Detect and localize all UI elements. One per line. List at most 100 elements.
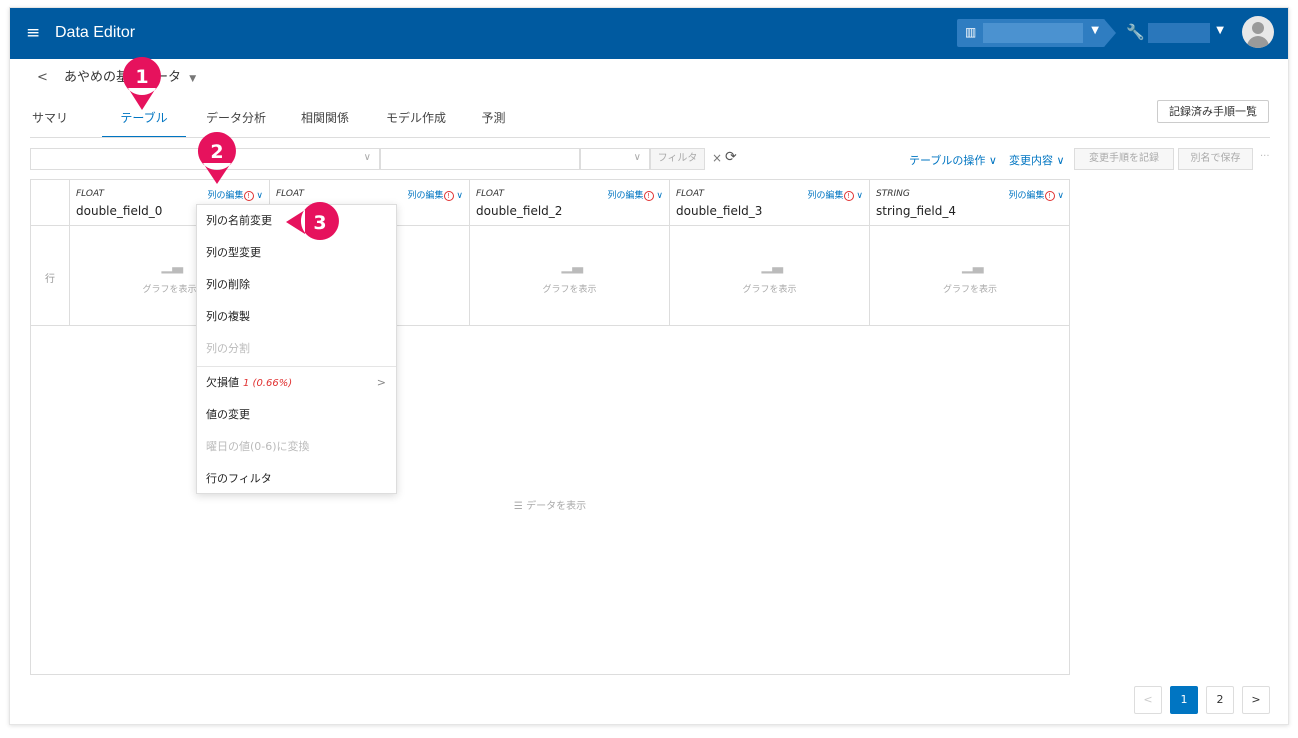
- tab-data-analysis[interactable]: データ分析: [205, 106, 267, 138]
- menu-item-row-filter[interactable]: 行のフィルタ: [197, 463, 396, 495]
- column-name: double_field_2: [476, 204, 563, 218]
- filter-operator-select[interactable]: ∨: [580, 148, 650, 170]
- warning-icon: !: [843, 191, 854, 201]
- menu-item-change-type[interactable]: 列の型変更: [197, 237, 396, 269]
- filter-button[interactable]: フィルタ: [650, 148, 705, 170]
- tab-summary[interactable]: サマリ: [30, 106, 70, 138]
- column-edit-label: 列の編集: [207, 191, 244, 201]
- column-name: string_field_4: [876, 204, 956, 218]
- column-edit-menu[interactable]: 列の編集! ∨: [408, 188, 463, 201]
- menu-item-duplicate-column[interactable]: 列の複製: [197, 301, 396, 333]
- table-operations-menu[interactable]: テーブルの操作 ∨: [909, 152, 997, 168]
- chevron-left-icon[interactable]: <: [37, 70, 48, 85]
- changes-menu[interactable]: 変更内容 ∨: [1009, 152, 1065, 168]
- bar-chart-icon: ▁▃: [761, 258, 784, 274]
- row-label: 行: [45, 274, 55, 285]
- app-header: ≡ Data Editor ▥ ▼ 🔧 ▼: [10, 8, 1288, 59]
- menu-item-delete-column[interactable]: 列の削除: [197, 269, 396, 301]
- show-data-label: データを表示: [526, 501, 587, 512]
- pagination-page-2[interactable]: 2: [1206, 686, 1234, 714]
- filter-column-select[interactable]: ∨: [30, 148, 380, 170]
- column-graph-cell[interactable]: ▁▃ グラフを表示: [670, 226, 870, 326]
- data-table: 行 FLOAT 列の編集! ∨ double_field_0 ▁▃ グラフを表示…: [30, 179, 1070, 675]
- filter-value-input[interactable]: [380, 148, 580, 170]
- project-value: [1148, 23, 1210, 43]
- bar-chart-icon: ▁▃: [561, 258, 584, 274]
- menu-item-convert-weekday: 曜日の値(0-6)に変換: [206, 440, 310, 453]
- tab-table[interactable]: テーブル: [102, 106, 186, 138]
- menu-item-change-values[interactable]: 値の変更: [197, 399, 396, 431]
- column-graph-cell[interactable]: ▁▃ グラフを表示: [470, 226, 670, 326]
- save-as-button[interactable]: 別名で保存: [1178, 148, 1253, 170]
- column-edit-menu[interactable]: 列の編集! ∨: [808, 188, 863, 201]
- pagination-prev-button[interactable]: <: [1134, 686, 1162, 714]
- bar-chart-icon: ▁▃: [962, 258, 984, 274]
- refresh-icon[interactable]: ⟳: [725, 149, 737, 165]
- chevron-down-icon: ∨: [853, 191, 863, 201]
- column-type: FLOAT: [676, 189, 704, 199]
- warning-icon: !: [643, 191, 654, 201]
- column-edit-dropdown: 列の名前変更 列の型変更 列の削除 列の複製 列の分割 欠損値 1 (0.66%)…: [196, 204, 397, 494]
- row-header-cell: 行: [31, 226, 70, 326]
- organization-value: [983, 23, 1083, 43]
- breadcrumb-arrow: [1104, 19, 1116, 47]
- app-window: ≡ Data Editor ▥ ▼ 🔧 ▼ < あやめの基本データ ▼ サマリ …: [9, 7, 1289, 725]
- project-select[interactable]: 🔧 ▼: [1118, 19, 1230, 47]
- chevron-down-icon: ∨: [453, 191, 463, 201]
- warning-icon: !: [243, 191, 254, 201]
- tab-prediction[interactable]: 予測: [480, 106, 507, 138]
- menu-item-missing-values[interactable]: 欠損値 1 (0.66%) >: [197, 367, 396, 399]
- show-data-link[interactable]: ☰ データを表示: [31, 497, 1069, 512]
- column-edit-menu[interactable]: 列の編集! ∨: [608, 188, 663, 201]
- caret-down-icon[interactable]: ▼: [189, 74, 196, 84]
- column-edit-label: 列の編集: [807, 191, 844, 201]
- show-graph-label: グラフを表示: [942, 285, 997, 295]
- column-type: FLOAT: [76, 189, 104, 199]
- app-title: Data Editor: [55, 24, 136, 41]
- column-edit-label: 列の編集: [407, 191, 444, 201]
- chevron-down-icon: ∨: [653, 191, 663, 201]
- organization-select[interactable]: ▥ ▼: [957, 19, 1105, 47]
- wrench-icon: 🔧: [1126, 23, 1145, 41]
- chevron-down-icon: ▼: [1216, 25, 1224, 36]
- chevron-down-icon: ▼: [1091, 25, 1099, 36]
- user-avatar-icon[interactable]: [1242, 16, 1274, 48]
- warning-icon: !: [1044, 191, 1055, 201]
- column-type: STRING: [876, 189, 910, 199]
- chevron-down-icon: ∨: [253, 191, 263, 201]
- pagination-page-1[interactable]: 1: [1170, 686, 1198, 714]
- record-changes-button[interactable]: 変更手順を記録: [1074, 148, 1174, 170]
- dataset-name[interactable]: あやめの基本データ: [64, 70, 181, 85]
- tab-model-build[interactable]: モデル作成: [385, 106, 447, 138]
- pagination-next-button[interactable]: >: [1242, 686, 1270, 714]
- column-edit-label: 列の編集: [1008, 191, 1045, 201]
- chevron-down-icon: ∨: [1053, 154, 1065, 167]
- column-graph-cell[interactable]: ▁▃ グラフを表示: [870, 226, 1070, 326]
- list-icon: ☰: [513, 501, 527, 512]
- column-edit-menu[interactable]: 列の編集! ∨: [1009, 188, 1064, 201]
- column-name: double_field_3: [676, 204, 763, 218]
- hamburger-menu-icon[interactable]: ≡: [26, 23, 40, 43]
- show-graph-label: グラフを表示: [542, 285, 597, 295]
- tab-correlation[interactable]: 相関関係: [300, 106, 350, 138]
- clear-filter-icon[interactable]: ×: [712, 151, 722, 165]
- warning-icon: !: [443, 191, 454, 201]
- column-edit-menu[interactable]: 列の編集! ∨: [208, 188, 263, 201]
- column-edit-label: 列の編集: [607, 191, 644, 201]
- bar-chart-icon: ▁▃: [161, 258, 184, 274]
- column-name: double_field_0: [76, 204, 163, 218]
- avatar-body: [1247, 36, 1269, 48]
- recorded-steps-button[interactable]: 記録済み手順一覧: [1157, 100, 1269, 123]
- tab-divider: [30, 137, 1270, 138]
- avatar-head: [1252, 22, 1264, 34]
- column-header: STRING 列の編集! ∨ string_field_4: [870, 180, 1070, 226]
- column-header: FLOAT 列の編集! ∨ double_field_2: [470, 180, 670, 226]
- menu-item-rename-column[interactable]: 列の名前変更: [197, 205, 396, 237]
- more-options-icon[interactable]: ···: [1260, 151, 1270, 162]
- changes-label: 変更内容: [1009, 154, 1053, 167]
- chevron-right-icon: >: [376, 376, 386, 389]
- chevron-down-icon: ∨: [633, 152, 641, 163]
- corner-cell: [31, 180, 70, 226]
- chevron-down-icon: ∨: [985, 154, 997, 167]
- table-ops-label: テーブルの操作: [909, 154, 986, 167]
